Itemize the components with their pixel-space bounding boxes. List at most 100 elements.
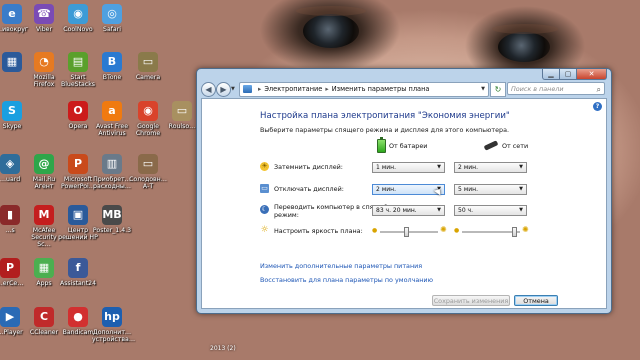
app-icon: ◉ bbox=[138, 101, 158, 121]
select-value: 5 мин. bbox=[458, 186, 478, 193]
dim-display-plugged-select[interactable]: 2 мин. ▼ bbox=[454, 162, 527, 173]
desktop-icon-label: Солодовн… А-Т bbox=[129, 176, 167, 190]
help-icon[interactable]: ? bbox=[593, 102, 602, 111]
brightness-high-icon: ✺ bbox=[440, 225, 447, 234]
turn-off-display-plugged-select[interactable]: 5 мин. ▼ bbox=[454, 184, 527, 195]
app-icon: ▭ bbox=[172, 101, 192, 121]
row-label: Затемнить дисплей: bbox=[274, 163, 343, 171]
app-icon: ▮ bbox=[0, 205, 20, 225]
app-icon: B bbox=[102, 52, 122, 72]
select-value: 2 мин. bbox=[458, 164, 478, 171]
chevron-down-icon: ▼ bbox=[519, 207, 523, 213]
forward-arrow-icon[interactable]: ▶ bbox=[216, 82, 231, 97]
cancel-button[interactable]: Отмена bbox=[514, 295, 558, 306]
desktop-icon[interactable]: ◎ Safari bbox=[92, 4, 132, 33]
close-button[interactable]: ✕ bbox=[576, 69, 607, 80]
app-icon: a bbox=[102, 101, 122, 121]
app-icon: ◎ bbox=[102, 4, 122, 24]
row-brightness: ☼ Настроить яркость плана: ● ✺ ● ✺ bbox=[260, 224, 610, 240]
content-pane: ? Настройка плана электропитания "Эконом… bbox=[201, 98, 607, 309]
app-icon: O bbox=[68, 101, 88, 121]
power-plug-icon bbox=[483, 140, 499, 151]
search-icon[interactable]: ⌕ bbox=[597, 83, 601, 96]
row-dim-display: ☀ Затемнить дисплей: 1 мин. ▼ 2 мин. ▼ bbox=[260, 160, 610, 176]
row-label: Настроить яркость плана: bbox=[274, 227, 363, 235]
app-icon: ▭ bbox=[138, 154, 158, 174]
app-icon: ▤ bbox=[68, 52, 88, 72]
slider-thumb[interactable] bbox=[512, 227, 518, 237]
sleep-battery-select[interactable]: 83 ч. 20 мин. ▼ bbox=[372, 205, 445, 216]
window-titlebar[interactable]: ▁ ▢ ✕ bbox=[197, 69, 611, 81]
row-label: Переводить компьютер в спящий режим: bbox=[274, 203, 388, 219]
select-value: 50 ч. bbox=[458, 207, 473, 214]
chevron-down-icon: ▼ bbox=[519, 164, 523, 170]
row-sleep: ☾ Переводить компьютер в спящий режим: 8… bbox=[260, 203, 610, 223]
refresh-icon[interactable]: ↻ bbox=[490, 82, 506, 97]
app-icon: ▥ bbox=[102, 154, 122, 174]
select-value: 83 ч. 20 мин. bbox=[376, 207, 417, 214]
desktop-icon-label: Camera bbox=[135, 74, 161, 81]
desktop-icon-label: Safari bbox=[103, 26, 121, 33]
app-icon: e bbox=[2, 4, 22, 24]
maximize-button[interactable]: ▢ bbox=[559, 69, 577, 80]
wallpaper-brow-right bbox=[492, 24, 558, 34]
control-panel-icon bbox=[243, 85, 252, 93]
save-button[interactable]: Сохранить изменения bbox=[432, 295, 510, 306]
restore-defaults-link[interactable]: Восстановить для плана параметры по умол… bbox=[260, 276, 433, 284]
app-icon: ◉ bbox=[68, 4, 88, 24]
select-value: 1 мин. bbox=[376, 164, 396, 171]
app-icon: ◔ bbox=[34, 52, 54, 72]
battery-icon bbox=[377, 137, 386, 153]
select-value: 2 мин. bbox=[376, 186, 396, 193]
address-dropdown-icon[interactable]: ▼ bbox=[478, 83, 488, 96]
address-breadcrumb[interactable]: ▸ Электропитание ▸ Изменить параметры плана… bbox=[239, 82, 489, 97]
desktop-icon[interactable]: MB Poster_1.4.3 bbox=[92, 205, 132, 234]
app-icon: MB bbox=[102, 205, 122, 225]
desktop-icon-label: Assistant24 bbox=[59, 280, 97, 287]
column-header-plugged: От сети bbox=[502, 142, 529, 150]
brightness-battery-slider[interactable] bbox=[380, 227, 438, 237]
desktop-icon-label: Skype bbox=[2, 123, 22, 130]
desktop-icon[interactable]: B BTone bbox=[92, 52, 132, 81]
back-arrow-icon[interactable]: ◀ bbox=[201, 82, 216, 97]
app-icon: hp bbox=[102, 307, 122, 327]
wallpaper-eye-right bbox=[498, 32, 550, 62]
app-icon: ▦ bbox=[2, 52, 22, 72]
desktop-icon[interactable]: a Avast Free Antivirus bbox=[92, 101, 132, 137]
breadcrumb-item-power[interactable]: Электропитание bbox=[264, 85, 322, 93]
history-dropdown-icon[interactable]: ▼ bbox=[231, 86, 235, 92]
dim-display-icon: ☀ bbox=[260, 162, 269, 171]
minimize-button[interactable]: ▁ bbox=[542, 69, 560, 80]
column-header-battery: От батареи bbox=[389, 142, 428, 150]
desktop-icon[interactable]: hp Дополнит… устройства… bbox=[92, 307, 135, 343]
wallpaper-eye-left bbox=[303, 14, 359, 48]
sleep-plugged-select[interactable]: 50 ч. ▼ bbox=[454, 205, 527, 216]
app-icon: P bbox=[0, 258, 20, 278]
app-icon: f bbox=[68, 258, 88, 278]
clock-fragment: 2013 (2) bbox=[210, 345, 236, 352]
slider-track bbox=[462, 231, 520, 234]
advanced-settings-link[interactable]: Изменить дополнительные параметры питани… bbox=[260, 262, 422, 270]
app-icon: ▣ bbox=[68, 205, 88, 225]
app-icon: ▭ bbox=[138, 52, 158, 72]
app-icon: ▦ bbox=[34, 258, 54, 278]
app-icon: P bbox=[68, 154, 88, 174]
display-icon: ▭ bbox=[260, 184, 269, 193]
desktop-icon-label: Avast Free Antivirus bbox=[95, 123, 129, 137]
dim-display-battery-select[interactable]: 1 мин. ▼ bbox=[372, 162, 445, 173]
breadcrumb-separator-icon: ▸ bbox=[258, 85, 262, 93]
desktop-icon[interactable]: ▭ Солодовн… А-Т bbox=[128, 154, 168, 190]
search-input[interactable]: Поиск в панели управления ⌕ bbox=[507, 82, 605, 106]
desktop-icon[interactable]: f Assistant24 bbox=[58, 258, 98, 287]
brightness-plugged-slider[interactable] bbox=[462, 227, 520, 237]
desktop-icon[interactable]: ▭ Camera bbox=[128, 52, 168, 81]
desktop-icon[interactable]: S Skype bbox=[0, 101, 32, 130]
app-icon: ● bbox=[68, 307, 88, 327]
slider-thumb[interactable] bbox=[403, 227, 409, 237]
brightness-high-icon: ✺ bbox=[522, 225, 529, 234]
breadcrumb-item-edit-plan[interactable]: Изменить параметры плана bbox=[332, 85, 430, 93]
chevron-down-icon: ▼ bbox=[437, 164, 441, 170]
address-bar-area: ◀ ▶ ▼ ▸ Электропитание ▸ Изменить параметры… bbox=[201, 81, 607, 106]
slider-track bbox=[380, 231, 438, 234]
desktop-icon[interactable]: ▥ Приобрет… расходны… bbox=[92, 154, 132, 190]
